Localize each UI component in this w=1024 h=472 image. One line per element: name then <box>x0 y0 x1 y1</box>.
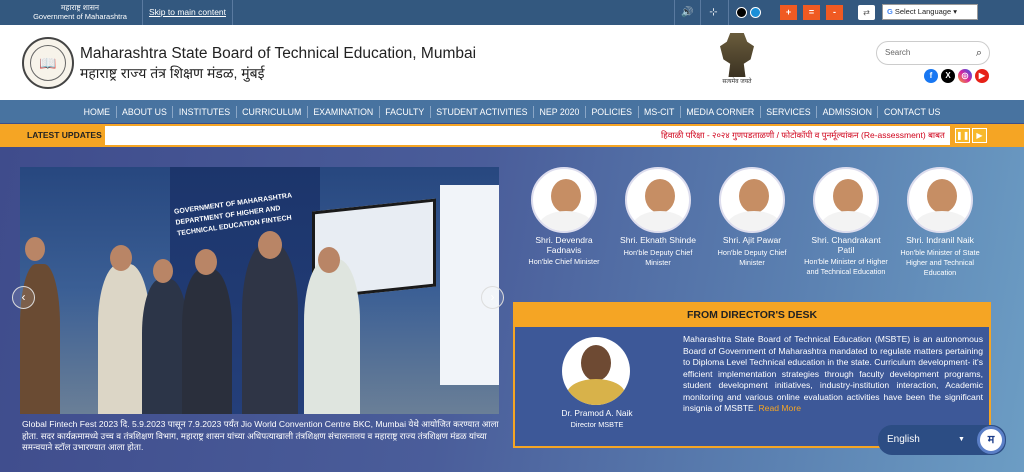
search-input[interactable]: Search <box>885 48 910 57</box>
social-links: f X ◎ ▶ <box>924 69 989 83</box>
marathi-language-badge[interactable]: म <box>977 426 1005 454</box>
leader-photo <box>813 167 879 233</box>
main-content: GOVERNMENT OF MAHARASHTRA DEPARTMENT OF … <box>0 147 1024 472</box>
latest-updates-label: LATEST UPDATES <box>0 124 103 147</box>
ticker-pause-button[interactable]: ❚❚ <box>955 128 970 143</box>
facebook-icon[interactable]: f <box>924 69 938 83</box>
normal-contrast-button[interactable] <box>750 7 761 18</box>
news-ticker: हिवाळी परिक्षा - २०२४ गुणपडताळणी / फोटोक… <box>105 126 950 145</box>
search-box[interactable]: Search ⌕ <box>876 41 990 65</box>
language-select-label: Select Language <box>894 7 952 16</box>
latest-updates-bar: LATEST UPDATES हिवाळी परिक्षा - २०२४ गुण… <box>0 124 1024 147</box>
nav-item-policies[interactable]: POLICIES <box>586 105 639 118</box>
leader-card[interactable]: Shri. Eknath Shinde Hon'ble Deputy Chief… <box>613 167 703 268</box>
person-head <box>153 259 173 283</box>
leader-role: Hon'ble Chief Minister <box>528 257 600 266</box>
director-name: Dr. Pramod A. Naik <box>561 408 633 418</box>
nav-item-contact-us[interactable]: CONTACT US <box>878 106 945 118</box>
person-head <box>195 249 217 275</box>
person <box>242 244 298 414</box>
language-select[interactable]: G Select Language ▾ <box>882 4 978 20</box>
nav-item-institutes[interactable]: INSTITUTES <box>173 105 237 118</box>
leader-card[interactable]: Shri. Indranil Naik Hon'ble Minister of … <box>895 167 985 278</box>
main-nav: HOME ABOUT US INSTITUTES CURRICULUM EXAM… <box>0 100 1024 123</box>
slide-caption: Global Fintech Fest 2023 दि. 5.9.2023 पा… <box>22 419 499 452</box>
director-role: Director MSBTE <box>570 420 624 429</box>
gov-line-english: Government of Maharashtra <box>33 12 127 21</box>
leader-card[interactable]: Shri. Chandrakant Patil Hon'ble Minister… <box>801 167 891 277</box>
instagram-icon[interactable]: ◎ <box>958 69 972 83</box>
msbte-logo[interactable]: 📖 <box>22 37 74 89</box>
leader-role: Hon'ble Minister of Higher and Technical… <box>804 257 888 276</box>
leader-photo <box>531 167 597 233</box>
google-icon: G <box>887 7 893 16</box>
leader-role: Hon'ble Minister of State Higher and Tec… <box>900 247 980 277</box>
dark-contrast-button[interactable] <box>736 7 747 18</box>
nav-item-faculty[interactable]: FACULTY <box>380 105 431 118</box>
slider-prev-button[interactable]: ‹ <box>12 286 35 309</box>
nav-item-home[interactable]: HOME <box>78 105 117 118</box>
ticker-item[interactable]: हिवाळी परिक्षा - २०२४ गुणपडताळणी / फोटोक… <box>661 126 945 145</box>
leader-role: Hon'ble Deputy Chief Minister <box>623 247 693 267</box>
person-head <box>258 231 282 259</box>
info-panel <box>440 185 499 385</box>
person-head <box>110 245 132 271</box>
ashoka-lion-icon <box>720 33 754 77</box>
slider-next-button[interactable]: › <box>481 286 504 309</box>
read-more-link[interactable]: Read More <box>758 403 801 413</box>
leader-card[interactable]: Shri. Devendra Fadnavis Hon'ble Chief Mi… <box>519 167 609 267</box>
gov-line-marathi: महाराष्ट्र शासन <box>60 3 100 12</box>
language-widget-label: English <box>887 434 920 445</box>
leader-photo <box>625 167 691 233</box>
site-title-english: Maharashtra State Board of Technical Edu… <box>80 45 477 62</box>
leader-role: Hon'ble Deputy Chief Minister <box>717 247 787 267</box>
person <box>182 269 232 414</box>
leader-name: Shri. Devendra Fadnavis <box>535 235 593 255</box>
translate-icon: ⇄ <box>858 5 875 20</box>
nav-item-admission[interactable]: ADMISSION <box>817 105 879 118</box>
search-icon[interactable]: ⌕ <box>976 42 982 64</box>
emblem-caption: सत्यमेव जयते <box>722 79 752 85</box>
nav-item-about-us[interactable]: ABOUT US <box>117 105 174 118</box>
font-increase-button[interactable]: + <box>780 5 797 20</box>
nav-item-examination[interactable]: EXAMINATION <box>308 105 380 118</box>
language-widget[interactable]: English ▼ म <box>878 425 1006 455</box>
government-label: महाराष्ट्र शासन Government of Maharashtr… <box>22 3 138 21</box>
nav-item-student-activities[interactable]: STUDENT ACTIVITIES <box>431 105 534 118</box>
person-head <box>318 247 340 273</box>
logo-book-icon: 📖 <box>30 45 66 81</box>
leader-photo <box>719 167 785 233</box>
ticker-play-button[interactable]: ▶ <box>972 128 987 143</box>
skip-to-main-link[interactable]: Skip to main content <box>142 0 234 25</box>
site-header: 📖 Maharashtra State Board of Technical E… <box>0 25 1024 100</box>
nav-item-nep-2020[interactable]: NEP 2020 <box>534 105 586 118</box>
director-message-text: Maharashtra State Board of Technical Edu… <box>683 334 983 413</box>
person-head <box>25 237 45 261</box>
leader-photo <box>907 167 973 233</box>
x-icon[interactable]: X <box>941 69 955 83</box>
leader-name: Shri. Eknath Shinde <box>620 235 696 245</box>
nav-item-services[interactable]: SERVICES <box>761 105 818 118</box>
chevron-down-icon: ▼ <box>958 436 965 443</box>
national-emblem: सत्यमेव जयते <box>716 33 758 93</box>
youtube-icon[interactable]: ▶ <box>975 69 989 83</box>
font-normal-button[interactable]: = <box>803 5 820 20</box>
contrast-toggle <box>728 0 768 25</box>
nav-item-curriculum[interactable]: CURRICULUM <box>237 105 308 118</box>
leader-name: Shri. Indranil Naik <box>906 235 974 245</box>
nav-item-ms-cit[interactable]: MS-CIT <box>639 105 681 118</box>
directors-desk-heading: FROM DIRECTOR'S DESK <box>515 304 989 327</box>
site-title-marathi: महाराष्ट्र राज्य तंत्र शिक्षण मंडळ, मुंब… <box>80 65 265 81</box>
top-bar: महाराष्ट्र शासन Government of Maharashtr… <box>0 0 1024 25</box>
leader-name: Shri. Ajit Pawar <box>722 235 782 245</box>
person <box>304 259 360 414</box>
screen-reader-icon[interactable]: 🔊 <box>674 0 700 25</box>
sitemap-icon[interactable]: ⊹ <box>700 0 726 25</box>
image-slider: GOVERNMENT OF MAHARASHTRA DEPARTMENT OF … <box>20 167 499 414</box>
leader-name: Shri. Chandrakant Patil <box>811 235 881 255</box>
director-photo <box>562 337 630 405</box>
leader-card[interactable]: Shri. Ajit Pawar Hon'ble Deputy Chief Mi… <box>707 167 797 268</box>
nav-item-media-corner[interactable]: MEDIA CORNER <box>681 105 761 118</box>
font-decrease-button[interactable]: - <box>826 5 843 20</box>
